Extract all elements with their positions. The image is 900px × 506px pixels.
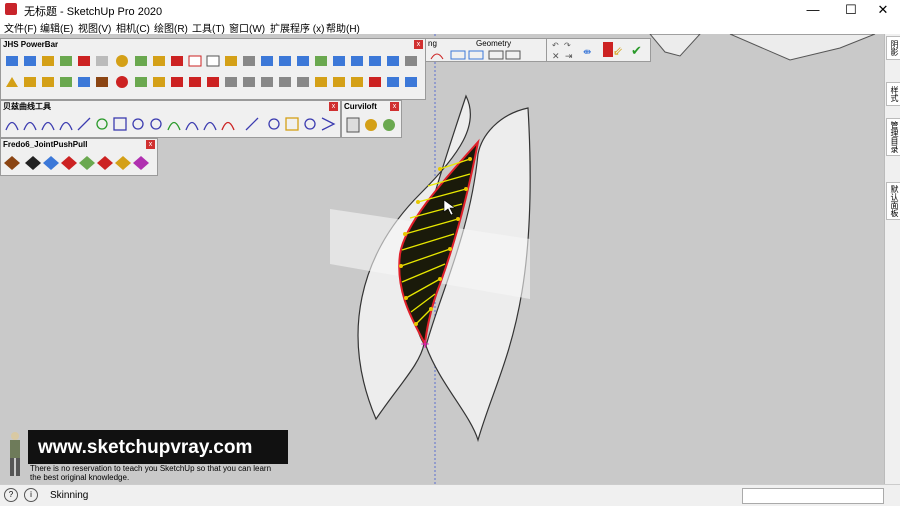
tray-tab-default-panel[interactable]: 默认面板 — [886, 182, 900, 220]
geometry-icons[interactable] — [426, 49, 546, 61]
svg-text:↶: ↶ — [551, 41, 559, 50]
watermark-caption: There is no reservation to teach you Ske… — [30, 464, 300, 482]
toolbar-title: Fredo6_JointPushPull — [1, 139, 157, 150]
toolbar-title: 贝兹曲线工具 — [1, 101, 340, 112]
curviloft-icons[interactable] — [342, 115, 401, 135]
toolbar-title: JHS PowerBar — [1, 39, 425, 50]
bezier-icons[interactable] — [1, 115, 340, 137]
model-shape-top — [649, 34, 701, 57]
svg-text:⇥: ⇥ — [565, 52, 573, 61]
title-bar: 无标题 - SketchUp Pro 2020 — ☐ ✕ — [0, 0, 900, 19]
close-icon[interactable]: x — [146, 140, 155, 149]
tray-tab-shadows[interactable]: 阴影 — [886, 36, 900, 60]
svg-text:✔: ✔ — [631, 44, 642, 59]
maximize-button[interactable]: ☐ — [834, 0, 868, 19]
menu-view[interactable]: 视图(V) — [78, 20, 111, 35]
character-figure-icon — [10, 432, 20, 476]
svg-text:⇙: ⇙ — [613, 44, 623, 58]
close-icon[interactable]: x — [390, 102, 399, 111]
menu-extensions[interactable]: 扩展程序 (x) — [270, 20, 324, 35]
close-button[interactable]: ✕ — [866, 0, 900, 19]
origin-marker: + — [420, 337, 430, 351]
svg-text:↷: ↷ — [564, 41, 571, 50]
menu-bar: 文件(F) 编辑(E) 视图(V) 相机(C) 绘图(R) 工具(T) 窗口(W… — [0, 19, 900, 35]
status-bar: ? i Skinning — [0, 484, 900, 506]
powerbar-icons[interactable] — [1, 51, 425, 99]
partial-toolbar-label: ng — [428, 39, 437, 48]
powerbar-tool-icon[interactable] — [6, 76, 417, 88]
menu-tools[interactable]: 工具(T) — [192, 20, 225, 35]
fredo-icons[interactable] — [1, 153, 157, 173]
menu-edit[interactable]: 编辑(E) — [40, 20, 73, 35]
powerbar-tool-icon[interactable] — [6, 55, 417, 67]
curviloft-toolbar: Curviloft x — [341, 100, 402, 138]
watermark-line-1: There is no reservation to teach you Ske… — [30, 464, 272, 473]
bezier-curve-toolbar: 贝兹曲线工具 x — [0, 100, 341, 138]
edit-toolbar: ↶ ↷ ✕ ⇥ ⇼ ⇙ ✔ — [546, 38, 651, 62]
minimize-button[interactable]: — — [796, 0, 830, 19]
geometry-title: Geometry — [476, 39, 512, 48]
menu-file[interactable]: 文件(F) — [4, 20, 37, 35]
menu-help[interactable]: 帮助(H) — [326, 20, 360, 35]
menu-window[interactable]: 窗口(W) — [229, 20, 265, 35]
svg-text:⇼: ⇼ — [583, 47, 591, 58]
close-icon[interactable]: x — [329, 102, 338, 111]
geometry-toolbar: ng Geometry — [425, 38, 547, 62]
help-icon[interactable]: ? — [4, 488, 18, 502]
menu-draw[interactable]: 绘图(R) — [154, 20, 188, 35]
edit-icons[interactable]: ↶ ↷ ✕ ⇥ ⇼ ⇙ ✔ — [547, 39, 650, 61]
watermark-banner: www.sketchupvray.com — [28, 430, 288, 464]
close-icon[interactable]: x — [414, 40, 423, 49]
watermark-line-2: the best original knowledge. — [30, 473, 130, 482]
svg-text:✕: ✕ — [552, 52, 560, 61]
info-icon[interactable]: i — [24, 488, 38, 502]
model-shape-top — [729, 34, 876, 61]
menu-camera[interactable]: 相机(C) — [116, 20, 150, 35]
tray-tab-components[interactable]: 管理目录 — [886, 118, 900, 156]
status-text: Skinning — [50, 490, 89, 501]
tray-tab-styles[interactable]: 样式 — [886, 82, 900, 106]
modeling-viewport[interactable]: + JHS PowerBar x ng Geometry ↶ ↷ ✕ ⇥ ⇼ ⇙… — [0, 34, 884, 484]
fredo6-jointpushpull-toolbar: Fredo6_JointPushPull x — [0, 138, 158, 176]
sketchup-logo-icon — [5, 3, 17, 15]
window-title: 无标题 - SketchUp Pro 2020 — [24, 6, 163, 18]
jhs-powerbar-toolbar: JHS PowerBar x — [0, 38, 426, 100]
default-tray: 阴影 样式 管理目录 默认面板 — [884, 34, 900, 484]
measurements-box[interactable] — [742, 488, 884, 504]
watermark-url: www.sketchupvray.com — [38, 437, 253, 458]
